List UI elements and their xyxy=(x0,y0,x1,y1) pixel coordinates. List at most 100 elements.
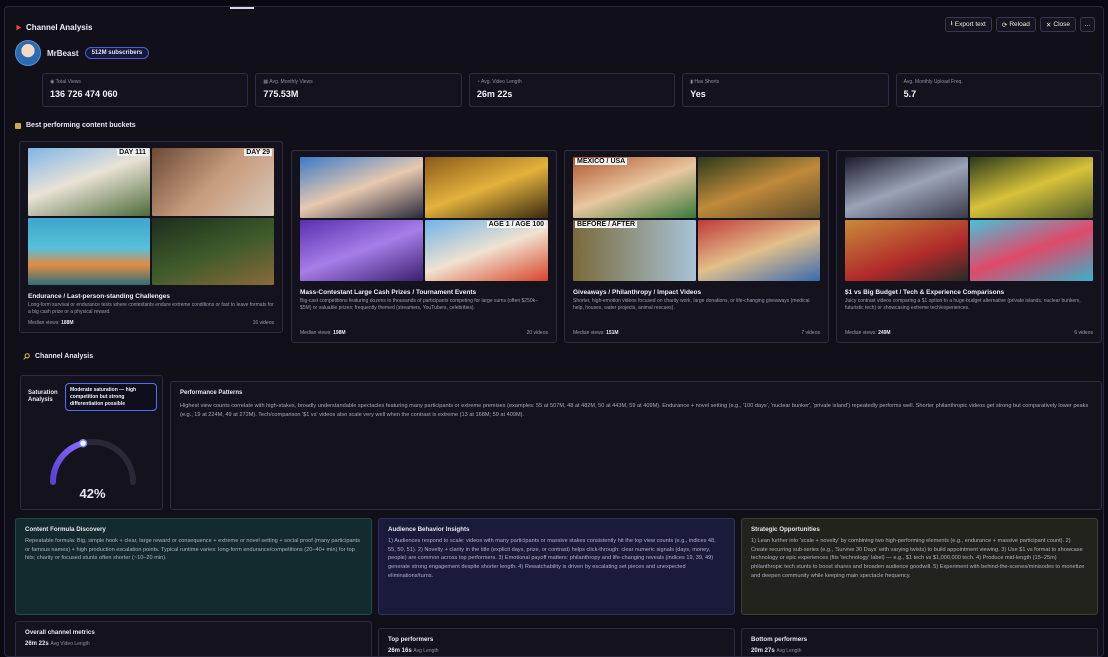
bottom-performers-card: Bottom performers 20m 27s Avg Length xyxy=(741,628,1098,656)
video-thumbnail[interactable] xyxy=(300,157,423,218)
bucket-card[interactable]: $1 vs Big Budget / Tech & Experience Com… xyxy=(836,150,1102,343)
thumbnail-grid: AGE 1 / AGE 100 xyxy=(300,157,548,281)
bucket-footer: Median views: 198M 20 videos xyxy=(300,330,548,336)
gauge-track xyxy=(50,439,136,485)
bucket-description: Long-form survival or endurance tests wh… xyxy=(28,302,274,315)
strategic-opportunities-card: Strategic Opportunities 1) Lean further … xyxy=(741,518,1098,615)
insight-title: Content Formula Discovery xyxy=(25,526,106,533)
more-button[interactable]: ... xyxy=(1080,17,1095,32)
page-title: Channel Analysis xyxy=(26,22,93,32)
thumbnail-grid: DAY 111 DAY 29 xyxy=(28,148,274,285)
thumbnail-overlay: DAY 29 xyxy=(244,149,272,156)
video-thumbnail[interactable] xyxy=(300,220,423,281)
bucket-card[interactable]: DAY 111 DAY 29 Endurance / Last-person-s… xyxy=(19,141,283,333)
stat-value: 775.53M xyxy=(263,89,299,99)
search-icon xyxy=(23,353,30,360)
channel-info: MrBeast 512M subscribers xyxy=(15,40,150,66)
stat-label: Avg. Monthly Upload Freq. xyxy=(903,79,963,85)
video-thumbnail[interactable]: AGE 1 / AGE 100 xyxy=(425,220,548,281)
stat-value: 5.7 xyxy=(903,89,917,99)
thumbnail-overlay: DAY 111 xyxy=(117,149,148,156)
performance-text: Highest view counts correlate with high-… xyxy=(180,403,1089,418)
channel-analysis-window: Channel Analysis ⭳ Export text ⟳ Reload … xyxy=(4,6,1104,657)
video-thumbnail[interactable] xyxy=(970,220,1093,281)
saturation-chip: Moderate saturation — high competition b… xyxy=(65,383,157,412)
stat-label: ◉ Total Views xyxy=(50,79,81,85)
performance-patterns-card: Performance Patterns Highest view counts… xyxy=(170,381,1102,510)
insight-text: 1) Lean further into 'scale + novelty' b… xyxy=(751,538,1085,579)
bucket-footer: Median views: 249M 6 videos xyxy=(845,330,1093,336)
insight-title: Strategic Opportunities xyxy=(751,526,820,533)
card-title: Bottom performers xyxy=(751,636,808,643)
bucket-title: $1 vs Big Budget / Tech & Experience Com… xyxy=(845,289,1005,296)
thumbnail-overlay: BEFORE / AFTER xyxy=(575,221,638,228)
close-icon: ✕ xyxy=(1045,21,1052,29)
avatar xyxy=(15,40,41,66)
top-performers-card: Top performers 26m 16s Avg Length xyxy=(378,628,735,656)
bucket-footer: Median views: 151M 7 videos xyxy=(573,330,820,336)
refresh-icon: ⟳ xyxy=(1001,21,1008,29)
video-thumbnail[interactable] xyxy=(845,220,968,281)
stat-label: ◔ Avg. Video Length xyxy=(476,79,522,85)
video-count: 20 videos xyxy=(526,330,548,336)
video-thumbnail[interactable]: BEFORE / AFTER xyxy=(573,220,696,281)
saturation-percent: 42% xyxy=(79,486,106,501)
close-label: Close xyxy=(1053,21,1070,28)
thumbnail-overlay: MEXICO / USA xyxy=(575,158,628,165)
export-text-button[interactable]: ⭳ Export text xyxy=(944,17,992,32)
bucket-description: Big-cast competitions featuring dozens t… xyxy=(300,298,538,311)
content-formula-card: Content Formula Discovery Repeatable for… xyxy=(15,518,372,615)
analysis-section-title: Channel Analysis xyxy=(23,353,93,360)
video-thumbnail[interactable]: MEXICO / USA xyxy=(573,157,696,218)
card-value: 20m 27s Avg Length xyxy=(751,648,802,654)
header: Channel Analysis ⭳ Export text ⟳ Reload … xyxy=(15,17,1095,37)
video-thumbnail[interactable] xyxy=(425,157,548,218)
video-thumbnail[interactable]: DAY 111 xyxy=(28,148,150,216)
card-title: Overall channel metrics xyxy=(25,629,95,636)
content-buckets: DAY 111 DAY 29 Endurance / Last-person-s… xyxy=(19,141,1102,347)
stat-avg-monthly-views: ▦ Avg. Monthly Views 775.53M xyxy=(255,73,462,107)
export-text-label: Export text xyxy=(954,21,986,28)
median-views: Median views: 249M xyxy=(845,330,891,336)
thumbnail-grid: MEXICO / USA BEFORE / AFTER xyxy=(573,157,820,281)
overall-metrics-card: Overall channel metrics 26m 22s Avg Vide… xyxy=(15,621,372,656)
reload-label: Reload xyxy=(1009,21,1030,28)
close-button[interactable]: ✕ Close xyxy=(1039,17,1076,32)
stat-has-shorts: ▮ Has Shorts Yes xyxy=(682,73,889,107)
insight-text: 1) Audiences respond to scale: videos wi… xyxy=(388,538,716,579)
video-thumbnail[interactable] xyxy=(697,157,820,218)
saturation-gauge xyxy=(50,439,136,485)
video-thumbnail[interactable] xyxy=(845,157,968,218)
video-thumbnail[interactable] xyxy=(28,217,150,285)
stat-value: Yes xyxy=(690,89,706,99)
card-value: 26m 16s Avg Length xyxy=(388,648,439,654)
buckets-section-title: Best performing content buckets xyxy=(15,122,136,129)
saturation-label: Saturation Analysis xyxy=(28,390,58,404)
bucket-footer: Median views: 188M 16 videos xyxy=(28,320,274,326)
download-icon: ⭳ xyxy=(950,20,953,27)
stat-total-views: ◉ Total Views 136 726 474 060 xyxy=(42,73,249,107)
gauge-knob xyxy=(78,439,88,448)
gauge-fill xyxy=(50,440,87,485)
bucket-icon xyxy=(15,122,21,129)
card-value: 26m 22s Avg Video Length xyxy=(25,641,90,647)
card-title: Top performers xyxy=(388,636,434,643)
thumbnail-grid xyxy=(845,157,1093,281)
more-icon: ... xyxy=(1084,21,1091,28)
reload-button[interactable]: ⟳ Reload xyxy=(995,17,1036,32)
stat-avg-video-length: ◔ Avg. Video Length 26m 22s xyxy=(468,73,676,107)
video-thumbnail[interactable] xyxy=(697,220,820,281)
stat-upload-freq: Avg. Monthly Upload Freq. 5.7 xyxy=(895,73,1103,107)
bucket-description: Juicy contrast videos comparing a $1 opt… xyxy=(845,298,1081,311)
bucket-card[interactable]: MEXICO / USA BEFORE / AFTER Giveaways / … xyxy=(564,150,829,343)
video-thumbnail[interactable] xyxy=(152,217,274,285)
bucket-card[interactable]: AGE 1 / AGE 100 Mass-Contestant Large Ca… xyxy=(291,150,557,343)
video-count: 6 videos xyxy=(1074,330,1093,336)
median-views: Median views: 198M xyxy=(300,330,346,336)
video-count: 7 videos xyxy=(801,330,820,336)
video-thumbnail[interactable] xyxy=(970,157,1093,218)
channel-name: MrBeast xyxy=(47,48,79,58)
video-thumbnail[interactable]: DAY 29 xyxy=(152,148,274,216)
header-actions: ⭳ Export text ⟳ Reload ✕ Close ... xyxy=(944,17,1095,32)
stat-value: 26m 22s xyxy=(476,89,513,99)
